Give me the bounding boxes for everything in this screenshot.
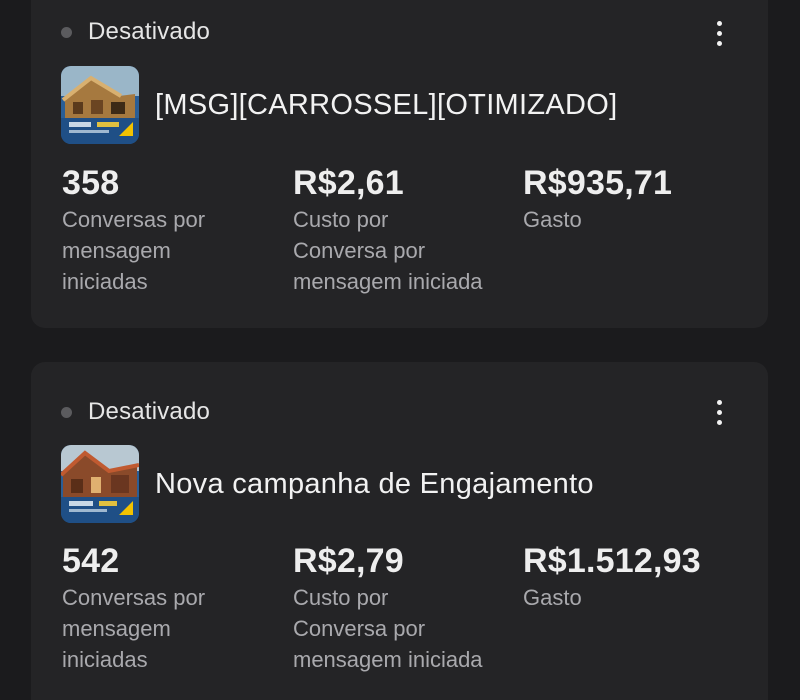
more-vertical-icon	[716, 20, 722, 26]
metric-label: Conversas por mensagem iniciadas	[62, 207, 206, 294]
status-label: Desativado	[88, 398, 211, 425]
metric-label: Gasto	[523, 585, 582, 610]
status-dot-icon	[61, 26, 72, 38]
metric-cost-per-conversation: R$2,61 Custo por Conversa por mensagem i…	[293, 164, 513, 297]
metric-label: Gasto	[523, 207, 582, 232]
metric-spend: R$935,71 Gasto	[523, 164, 743, 235]
metric-conversations: 358 Conversas por mensagem iniciadas	[62, 164, 282, 297]
campaign-title-row[interactable]: Nova campanha de Engajamento	[61, 445, 594, 523]
status-label: Desativado	[88, 18, 211, 45]
campaign-card[interactable]: Desativado	[31, 0, 768, 328]
more-options-button[interactable]	[706, 16, 732, 50]
campaign-thumbnail	[61, 66, 139, 144]
metric-value: 358	[62, 164, 120, 202]
campaign-title-row[interactable]: [MSG][CARROSSEL][OTIMIZADO]	[61, 66, 618, 144]
metric-spend: R$1.512,93 Gasto	[523, 542, 743, 613]
metric-label: Custo por Conversa por mensagem iniciada	[293, 207, 483, 294]
more-vertical-icon	[716, 399, 722, 405]
campaign-card[interactable]: Desativado	[31, 362, 768, 700]
campaign-thumbnail	[61, 445, 139, 523]
metric-label: Conversas por mensagem iniciadas	[62, 585, 206, 672]
campaign-title: [MSG][CARROSSEL][OTIMIZADO]	[155, 88, 618, 121]
metric-label: Custo por Conversa por mensagem iniciada	[293, 585, 483, 672]
metric-value: R$2,61	[293, 164, 404, 202]
status-row: Desativado	[61, 398, 210, 426]
more-options-button[interactable]	[706, 395, 732, 429]
metric-value: R$2,79	[293, 542, 404, 580]
metric-value: 542	[62, 542, 120, 580]
status-dot-icon	[61, 406, 72, 418]
campaign-list: Desativado [MSG][CARROSSEL][OTIMIZADO] 3…	[0, 0, 800, 700]
metric-value: R$935,71	[523, 164, 673, 202]
metric-cost-per-conversation: R$2,79 Custo por Conversa por mensagem i…	[293, 542, 513, 675]
metric-conversations: 542 Conversas por mensagem iniciadas	[62, 542, 282, 675]
metric-value: R$1.512,93	[523, 542, 701, 580]
campaign-title: Nova campanha de Engajamento	[155, 467, 594, 500]
status-row: Desativado	[61, 18, 210, 46]
